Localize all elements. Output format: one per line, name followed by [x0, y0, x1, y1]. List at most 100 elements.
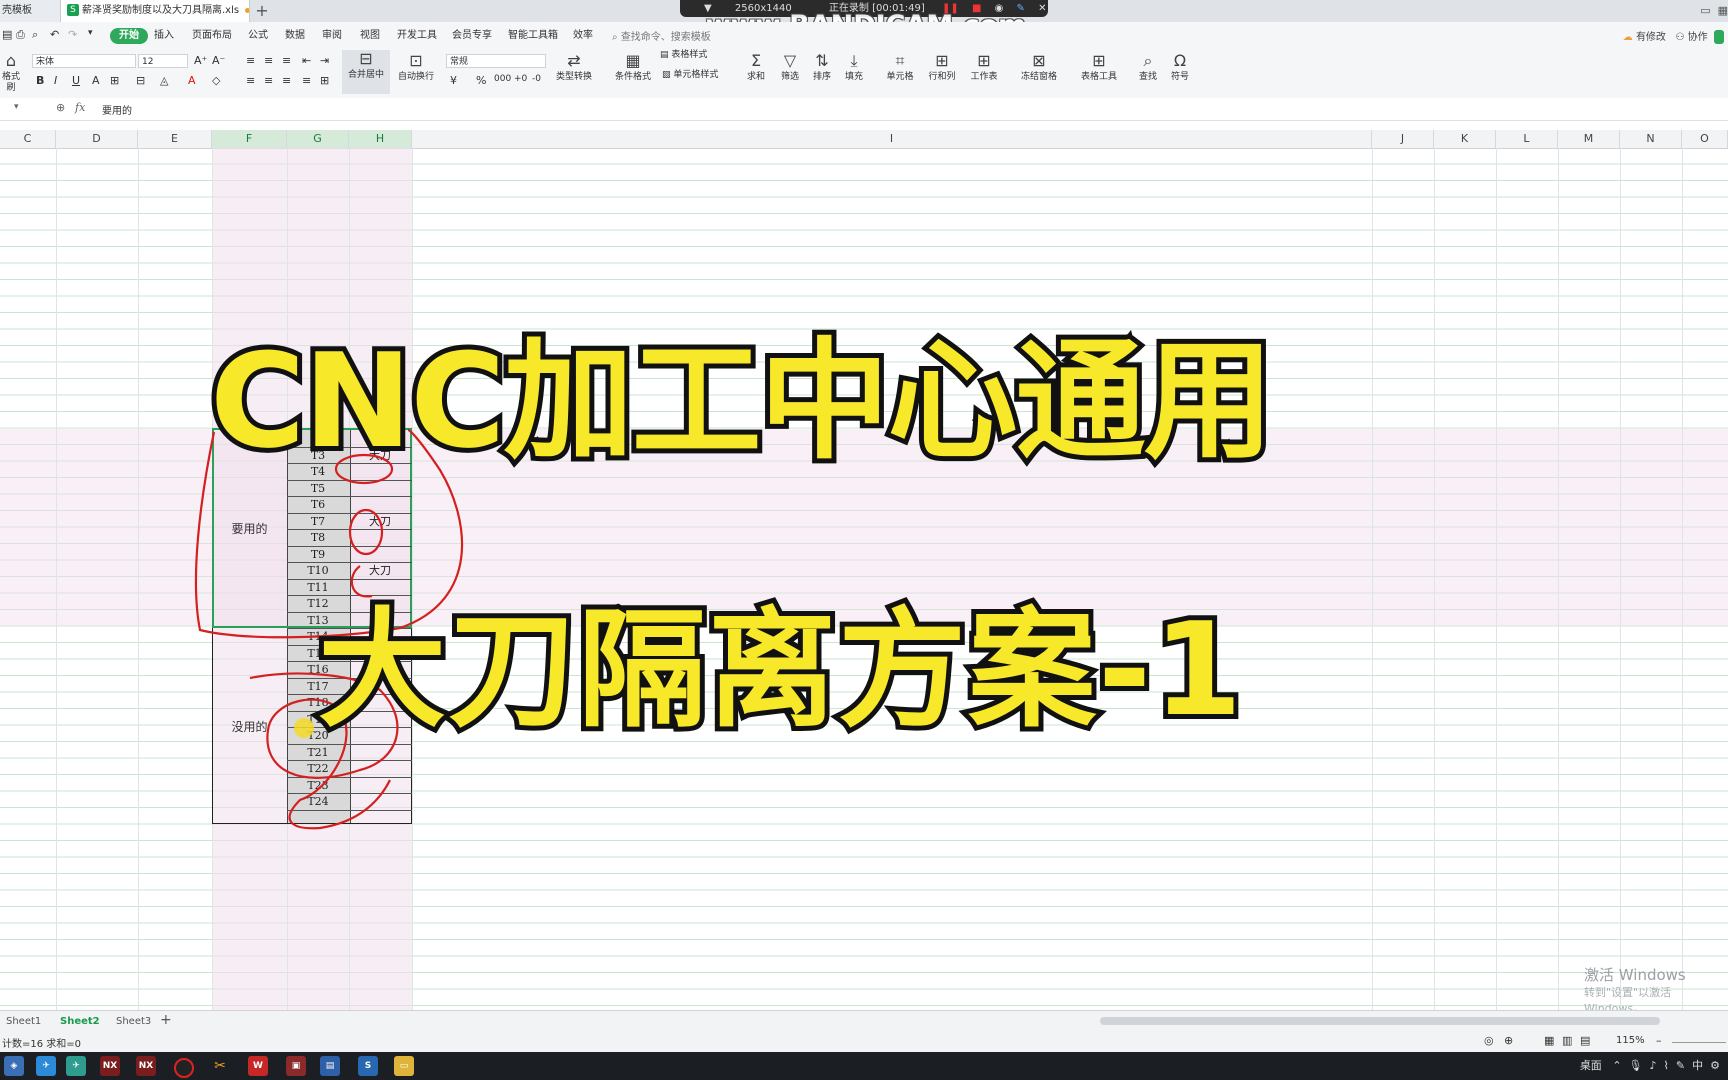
table-row[interactable]: T9	[287, 547, 412, 564]
col-header-k[interactable]: K	[1434, 130, 1496, 148]
cell-fill-icon[interactable]: ⊟	[136, 74, 145, 87]
percent-icon[interactable]: %	[476, 74, 486, 87]
sort-button[interactable]: ⇅ 排序	[808, 52, 836, 83]
wps-app-icon[interactable]: W	[248, 1056, 268, 1076]
menu-insert[interactable]: 插入	[154, 28, 174, 44]
strike-icon[interactable]: A	[92, 74, 100, 87]
wrap-text-button[interactable]: ⊡ 自动换行	[396, 52, 436, 83]
currency-icon[interactable]: ¥	[450, 74, 457, 87]
cell-style-button[interactable]: ▧ 单元格样式	[662, 70, 734, 81]
col-header-o[interactable]: O	[1682, 130, 1728, 148]
table-tools-button[interactable]: ⊞ 表格工具	[1076, 52, 1122, 83]
view-mode-icon[interactable]: ⊕	[1504, 1034, 1513, 1047]
tool-note-cell[interactable]	[351, 794, 409, 811]
zoom-out-icon[interactable]: –	[1656, 1034, 1662, 1047]
tool-number-cell[interactable]: T23	[287, 778, 349, 795]
align-left-icon[interactable]: ≡	[246, 74, 255, 87]
col-header-c[interactable]: C	[0, 130, 56, 148]
distribute-icon[interactable]: ⊞	[320, 74, 329, 87]
nx-app-icon-2[interactable]: NX	[136, 1056, 156, 1076]
desktop-label[interactable]: 桌面	[1580, 1059, 1602, 1072]
tool-number-cell[interactable]: T24	[287, 794, 349, 811]
table-row[interactable]: T23	[287, 778, 412, 795]
ime-settings-icon[interactable]: ⚙	[1710, 1059, 1720, 1072]
volume-icon[interactable]: ♪	[1650, 1059, 1657, 1072]
eye-protect-icon[interactable]: ◎	[1484, 1034, 1494, 1047]
table-row[interactable]: T24	[287, 794, 412, 811]
table-row[interactable]: T22	[287, 761, 412, 778]
tool-number-cell[interactable]: T8	[287, 530, 349, 547]
justify-icon[interactable]: ≡	[302, 74, 311, 87]
horizontal-scrollbar[interactable]	[1100, 1017, 1660, 1025]
worksheet-button[interactable]: ⊞ 工作表	[966, 52, 1002, 83]
tab-template[interactable]: 壳模板	[0, 0, 60, 22]
app-icon-6[interactable]: S	[358, 1056, 378, 1076]
font-color-icon[interactable]: A	[188, 74, 196, 87]
find-button[interactable]: ⌕ 查找	[1134, 52, 1162, 83]
zoom-formula-icon[interactable]: ⊕	[56, 101, 65, 114]
col-header-l[interactable]: L	[1496, 130, 1558, 148]
menu-member[interactable]: 会员专享	[452, 28, 492, 44]
bold-icon[interactable]: B	[36, 74, 44, 87]
freeze-panes-button[interactable]: ⊠ 冻结窗格	[1016, 52, 1062, 83]
col-header-i[interactable]: I	[412, 130, 1372, 148]
clear-format-icon[interactable]: ◇	[212, 74, 220, 87]
sheet-tab-2[interactable]: Sheet2	[60, 1014, 100, 1030]
tool-number-cell[interactable]: T7	[287, 514, 349, 531]
fx-icon[interactable]: fx	[75, 101, 85, 114]
table-row[interactable]: T6	[287, 497, 412, 514]
collab-button[interactable]: 协作	[1688, 32, 1708, 43]
tool-number-cell[interactable]: T9	[287, 547, 349, 564]
font-name-select[interactable]: 宋体	[32, 54, 136, 68]
tool-note-cell[interactable]	[351, 530, 409, 547]
tool-note-cell[interactable]	[351, 761, 409, 778]
indent-increase-icon[interactable]: ⇥	[320, 54, 329, 67]
filter-button[interactable]: ▽ 筛选	[776, 52, 804, 83]
menu-data[interactable]: 数据	[285, 28, 305, 44]
decimal-decrease-icon[interactable]: -0	[532, 74, 541, 84]
menu-start[interactable]: 开始	[110, 28, 148, 44]
font-shrink-icon[interactable]: A⁻	[212, 54, 225, 67]
menu-smart-tools[interactable]: 智能工具箱	[508, 28, 558, 44]
pen-tray-icon[interactable]: ✎	[1676, 1059, 1685, 1072]
formula-input[interactable]: 要用的	[102, 102, 132, 117]
align-bottom-icon[interactable]: ≡	[282, 54, 291, 67]
col-header-d[interactable]: D	[56, 130, 138, 148]
normal-view-icon[interactable]: ▦	[1544, 1034, 1554, 1047]
ime-indicator[interactable]: 中	[1692, 1059, 1703, 1072]
menu-efficiency[interactable]: 效率	[573, 28, 593, 44]
zoom-slider[interactable]	[1672, 1042, 1726, 1043]
type-convert-button[interactable]: ⇄ 类型转换	[550, 52, 598, 83]
folder-icon[interactable]: ▭	[394, 1056, 414, 1076]
conditional-format-button[interactable]: ▦ 条件格式	[610, 52, 656, 83]
undo-icon[interactable]: ↶	[50, 28, 59, 41]
symbol-button[interactable]: Ω 符号	[1166, 52, 1194, 83]
thousands-icon[interactable]: 000	[494, 74, 511, 84]
sum-button[interactable]: Σ 求和	[742, 52, 770, 83]
new-tab-button[interactable]: +	[252, 0, 272, 22]
menu-developer[interactable]: 开发工具	[397, 28, 437, 44]
tool-number-cell[interactable]: T22	[287, 761, 349, 778]
col-header-m[interactable]: M	[1558, 130, 1620, 148]
align-middle-icon[interactable]: ≡	[264, 54, 273, 67]
chevron-up-icon[interactable]: ⌃	[1612, 1059, 1621, 1072]
page-layout-view-icon[interactable]: ▥	[1562, 1034, 1572, 1047]
save-icon[interactable]: ▤	[2, 28, 12, 41]
table-style-button[interactable]: ▤ 表格样式	[660, 50, 726, 61]
add-sheet-icon[interactable]: +	[160, 1012, 172, 1028]
command-search[interactable]: ⌕ 查找命令、搜索模板	[612, 28, 711, 43]
modified-status[interactable]: 有修改	[1636, 32, 1666, 43]
grid-view-icon[interactable]: ▦	[1718, 4, 1728, 17]
fill-button[interactable]: ⤓ 填充	[840, 52, 868, 83]
table-row[interactable]: T7 大刀	[287, 514, 412, 531]
zoom-level[interactable]: 115%	[1616, 1035, 1645, 1046]
font-size-select[interactable]: 12	[138, 54, 188, 68]
tool-note-cell[interactable]: 大刀	[351, 514, 409, 531]
menu-review[interactable]: 审阅	[322, 28, 342, 44]
menu-view[interactable]: 视图	[360, 28, 380, 44]
merge-center-button[interactable]: ⊟ 合并居中	[342, 50, 390, 94]
page-break-view-icon[interactable]: ▤	[1580, 1034, 1590, 1047]
italic-icon[interactable]: I	[54, 74, 57, 87]
tool-number-cell[interactable]: T6	[287, 497, 349, 514]
align-right-icon[interactable]: ≡	[282, 74, 291, 87]
